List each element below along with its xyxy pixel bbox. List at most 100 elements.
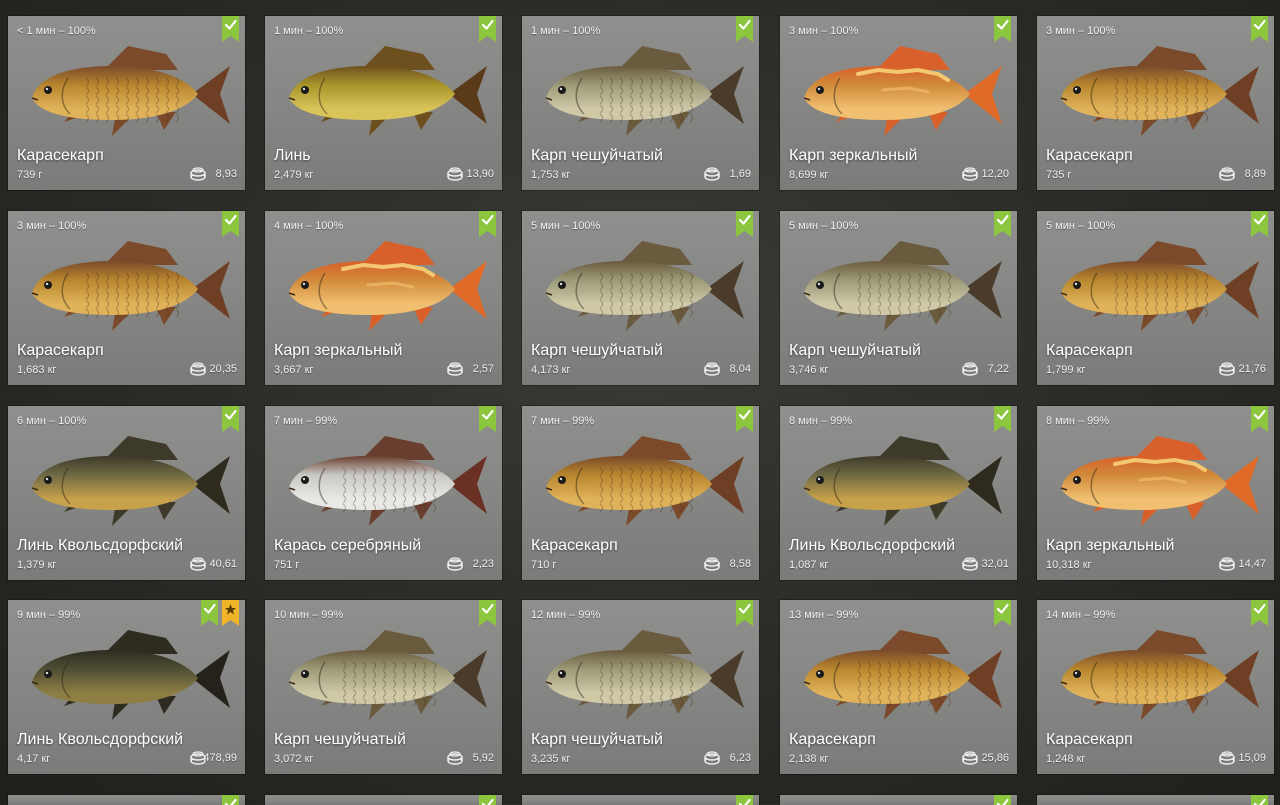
fish-price: 12,20 [981, 168, 1009, 180]
fish-name: Карп зеркальный [1046, 537, 1175, 554]
catch-time-quality: 1 мин – 100% [531, 25, 601, 37]
fish-name: Карп зеркальный [274, 342, 403, 359]
catch-card[interactable]: 12 мин – 99% Карп чешуйчатый 3,235 кг 6,… [522, 600, 759, 774]
fish-weight: 735 г [1046, 169, 1072, 181]
fish-weight: 751 г [274, 559, 300, 571]
fish-weight: 8,699 кг [789, 169, 829, 181]
catch-card[interactable]: 1 мин – 100% [265, 16, 502, 190]
catch-card[interactable]: 3 мин – 100% [780, 16, 1017, 190]
catch-card[interactable]: 7 мин – 99% [265, 406, 502, 580]
coins-icon [961, 165, 979, 181]
catch-card[interactable]: 7 мин – 99% [522, 406, 759, 580]
catch-card[interactable]: 14 мин – 99% Карасекарп 1,248 кг 15,09 [1037, 600, 1274, 774]
fish-name: Карасекарп [1046, 731, 1133, 748]
catch-card[interactable]: 8 мин – 99% [780, 406, 1017, 580]
fish-price: 8,58 [729, 558, 751, 570]
fish-weight: 1,683 кг [17, 364, 57, 376]
fish-weight: 1,379 кг [17, 559, 57, 571]
check-badge-icon [479, 600, 496, 626]
coins-icon [1218, 165, 1236, 181]
catch-time-quality: 8 мин – 99% [1046, 415, 1110, 427]
catch-card[interactable]: 10 мин – 99% Карп чешуйчатый 3,072 кг 5,… [265, 600, 502, 774]
fish-price: 8,93 [215, 168, 237, 180]
fish-weight: 710 г [531, 559, 557, 571]
fish-price: 40,61 [209, 558, 237, 570]
fish-weight: 3,072 кг [274, 753, 314, 765]
fish-price: 5,92 [472, 752, 494, 764]
catch-card[interactable]: 5 мин – 100% [780, 211, 1017, 385]
fish-price: 25,86 [981, 752, 1009, 764]
catch-card[interactable]: 6 мин – 100% Линь Квольсдорфский 1,379 к… [8, 406, 245, 580]
catch-card[interactable]: 3 мин – 100% [8, 211, 245, 385]
fish-weight: 1,753 кг [531, 169, 571, 181]
fish-image [16, 624, 238, 724]
catch-card[interactable]: 5 мин – 100% [522, 211, 759, 385]
fish-image [530, 235, 752, 335]
coins-icon [1218, 555, 1236, 571]
fish-price: 2,57 [472, 363, 494, 375]
fish-weight: 3,746 кг [789, 364, 829, 376]
catch-time-quality: 9 мин – 99% [17, 609, 81, 621]
catch-card[interactable]: 8 мин – 99% [1037, 406, 1274, 580]
card-badges [1251, 211, 1268, 237]
coins-icon [446, 165, 464, 181]
coins-icon [703, 165, 721, 181]
coins-icon [961, 749, 979, 765]
fish-image [1045, 40, 1267, 140]
fish-name: Карасекарп [531, 537, 618, 554]
catch-card[interactable]: 13 мин – 99% Карасекарп 2,138 кг 25,86 [780, 600, 1017, 774]
check-badge-icon [736, 406, 753, 432]
catch-card[interactable]: 9 мин – 99% Линь Квольсдорфский 4,17 кг … [8, 600, 245, 774]
fish-weight: 1,248 кг [1046, 753, 1086, 765]
card-badges [994, 406, 1011, 432]
catch-card[interactable]: 3 мин – 100% [1037, 16, 1274, 190]
fish-weight: 3,235 кг [531, 753, 571, 765]
catch-card[interactable]: < 1 мин – 100% Карасекарп 739 г 8,93 [8, 16, 245, 190]
fish-weight: 1,799 кг [1046, 364, 1086, 376]
fish-name: Карасекарп [789, 731, 876, 748]
fish-price: 8,89 [1244, 168, 1266, 180]
catch-card[interactable]: 4 мин – 100% Карп зеркальный 3,667 кг 2,… [265, 211, 502, 385]
fish-image [1045, 235, 1267, 335]
card-badges [479, 600, 496, 626]
fish-name: Карп зеркальный [789, 147, 918, 164]
catch-card[interactable]: 5 мин – 100% [1037, 211, 1274, 385]
fish-image [273, 40, 495, 140]
fish-image [788, 430, 1010, 530]
card-badges [736, 406, 753, 432]
catch-time-quality: 10 мин – 99% [274, 609, 344, 621]
check-badge-icon [1251, 16, 1268, 42]
card-badges [1251, 406, 1268, 432]
fish-name: Линь Квольсдорфский [789, 537, 956, 554]
coins-icon [189, 555, 207, 571]
fish-image [273, 235, 495, 335]
fish-weight: 1,087 кг [789, 559, 829, 571]
coins-icon [703, 555, 721, 571]
card-badges [994, 600, 1011, 626]
coins-icon [961, 360, 979, 376]
check-badge-icon [736, 16, 753, 42]
card-badges [479, 406, 496, 432]
fish-price: 32,01 [981, 558, 1009, 570]
catch-time-quality: 5 мин – 100% [789, 220, 859, 232]
fish-price: 21,76 [1238, 363, 1266, 375]
coins-icon [446, 749, 464, 765]
fish-name: Карасекарп [1046, 342, 1133, 359]
coins-icon [703, 749, 721, 765]
fish-price: 7,22 [987, 363, 1009, 375]
check-badge-icon [994, 211, 1011, 237]
fish-price: 15,09 [1238, 752, 1266, 764]
catch-time-quality: 14 мин – 99% [1046, 609, 1116, 621]
card-badges [736, 211, 753, 237]
fish-name: Карп чешуйчатый [531, 342, 663, 359]
check-badge-icon [222, 211, 239, 237]
fish-name: Карасекарп [17, 342, 104, 359]
catch-card[interactable]: 1 мин – 100% [522, 16, 759, 190]
fish-image [788, 235, 1010, 335]
fish-name: Карп чешуйчатый [531, 731, 663, 748]
fish-name: Линь Квольсдорфский [17, 537, 184, 554]
catch-time-quality: 1 мин – 100% [274, 25, 344, 37]
fish-weight: 2,138 кг [789, 753, 829, 765]
card-badges [222, 211, 239, 237]
fish-weight: 10,318 кг [1046, 559, 1092, 571]
